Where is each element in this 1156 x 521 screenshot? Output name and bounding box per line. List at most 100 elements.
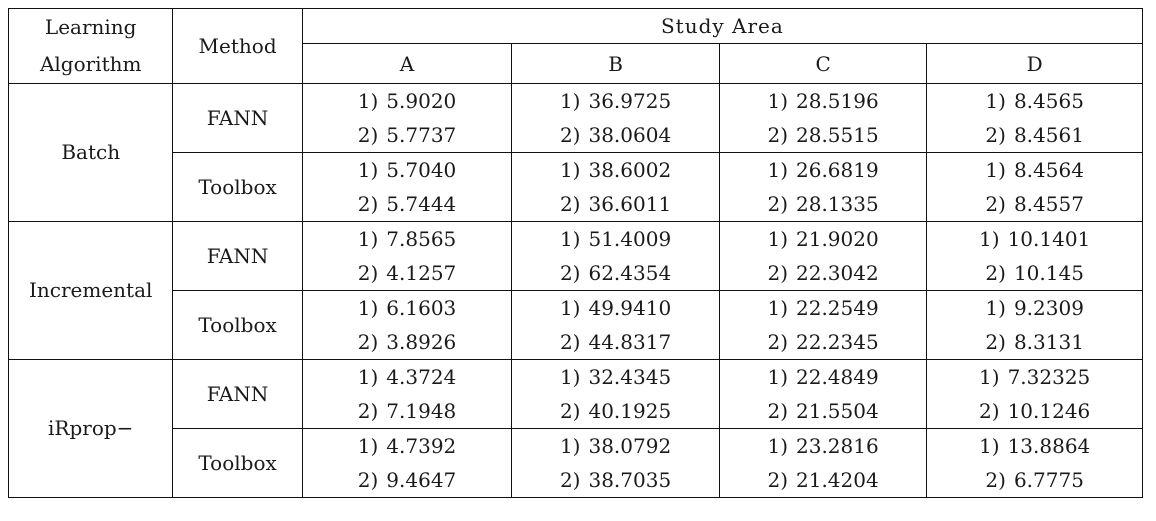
value-number: 38.7035 (588, 468, 672, 492)
value-index: 1) (767, 227, 788, 251)
value-line: 2) 8.3131 (927, 325, 1142, 359)
header-method: Method (172, 8, 303, 84)
value-number: 7.1948 (386, 399, 457, 423)
value-number: 8.3131 (1013, 330, 1084, 354)
value-line: 1) 8.4565 (927, 84, 1142, 118)
value-number: 8.4565 (1013, 89, 1084, 113)
value-index: 2) (357, 399, 379, 423)
value-line: 2) 62.4354 (512, 256, 719, 290)
value-index: 2) (559, 399, 581, 423)
value-index: 2) (559, 330, 581, 354)
value-line: 1) 21.9020 (720, 222, 927, 256)
value-index: 2) (357, 330, 379, 354)
value-number: 8.4561 (1013, 123, 1084, 147)
value-number: 49.9410 (588, 296, 672, 320)
value-line: 1) 5.9020 (303, 84, 512, 118)
value-number: 38.0604 (588, 123, 672, 147)
value-index: 1) (357, 434, 379, 458)
value-line: 2) 8.4561 (927, 118, 1142, 152)
value-cell-area-c: 1) 26.6819 2) 28.1335 (718, 152, 928, 222)
value-index: 1) (985, 296, 1006, 320)
value-cell-area-b: 1) 38.0792 2) 38.7035 (511, 428, 720, 498)
value-number: 5.7737 (386, 123, 457, 147)
results-table: Learning Algorithm Method Study Area A B… (7, 7, 1144, 498)
value-number: 7.8565 (386, 227, 457, 251)
value-line: 1) 32.4345 (512, 360, 719, 394)
value-line: 1) 22.4849 (720, 360, 927, 394)
value-line: 2) 38.7035 (512, 463, 719, 497)
value-index: 1) (979, 434, 1000, 458)
value-number: 10.145 (1013, 261, 1084, 285)
value-index: 2) (985, 123, 1006, 147)
value-index: 2) (767, 261, 788, 285)
value-index: 2) (979, 399, 1000, 423)
value-number: 10.1246 (1007, 399, 1091, 423)
value-cell-area-c: 1) 22.4849 2) 21.5504 (718, 359, 928, 429)
value-index: 2) (767, 330, 788, 354)
table-body: Batch FANN 1) 5.9020 2) 5.7737 1) 36.9725 2) 38.0… (7, 83, 1143, 498)
value-line: 1) 51.4009 (512, 222, 719, 256)
value-cell-area-a: 1) 4.3724 2) 7.1948 (301, 359, 513, 429)
value-number: 28.5196 (796, 89, 879, 113)
value-cell-area-c: 1) 21.9020 2) 22.3042 (718, 221, 928, 291)
header-area-c: C (718, 43, 928, 84)
table-header: Learning Algorithm Method Study Area A B… (7, 7, 1144, 84)
value-number: 28.1335 (796, 192, 879, 216)
value-index: 1) (979, 227, 1000, 251)
value-number: 22.2549 (796, 296, 879, 320)
value-index: 1) (559, 89, 581, 113)
value-line: 1) 23.2816 (720, 429, 927, 463)
table-row: Toolbox 1) 5.7040 2) 5.7444 1) 38.6002 2) 36.601… (9, 152, 1143, 222)
method-cell: Toolbox (172, 428, 303, 498)
value-number: 32.4345 (588, 365, 672, 389)
value-number: 8.4564 (1013, 158, 1084, 182)
value-line: 1) 4.7392 (303, 429, 512, 463)
value-number: 10.1401 (1007, 227, 1091, 251)
value-number: 38.6002 (588, 158, 672, 182)
value-number: 21.9020 (796, 227, 879, 251)
value-number: 9.4647 (386, 468, 457, 492)
value-line: 2) 4.1257 (303, 256, 512, 290)
algorithm-cell: Batch (7, 83, 174, 222)
value-index: 1) (979, 365, 1000, 389)
value-line: 2) 21.5504 (720, 394, 927, 428)
table-row: Toolbox 1) 6.1603 2) 3.8926 1) 49.9410 2) 44.831… (9, 290, 1143, 360)
header-learning-algorithm-line2: Algorithm (39, 52, 142, 76)
value-index: 2) (767, 123, 788, 147)
value-index: 2) (767, 399, 788, 423)
method-cell: FANN (172, 83, 303, 153)
value-index: 1) (357, 227, 379, 251)
value-index: 2) (985, 330, 1006, 354)
value-line: 2) 10.145 (927, 256, 1142, 290)
value-cell-area-c: 1) 23.2816 2) 21.4204 (718, 428, 928, 498)
value-index: 1) (559, 434, 581, 458)
value-index: 2) (985, 192, 1006, 216)
value-line: 1) 49.9410 (512, 291, 719, 325)
value-number: 26.6819 (796, 158, 879, 182)
value-index: 1) (357, 296, 379, 320)
value-number: 22.3042 (796, 261, 879, 285)
value-index: 2) (559, 468, 581, 492)
value-line: 1) 38.6002 (512, 153, 719, 187)
value-cell-area-b: 1) 36.9725 2) 38.0604 (511, 83, 720, 153)
value-line: 2) 9.4647 (303, 463, 512, 497)
value-cell-area-d: 1) 8.4565 2) 8.4561 (926, 83, 1143, 153)
value-number: 28.5515 (796, 123, 879, 147)
value-index: 1) (767, 296, 788, 320)
value-index: 2) (357, 192, 379, 216)
value-number: 36.9725 (588, 89, 672, 113)
value-number: 5.7444 (386, 192, 457, 216)
value-cell-area-b: 1) 32.4345 2) 40.1925 (511, 359, 720, 429)
value-index: 1) (357, 158, 379, 182)
value-cell-area-d: 1) 13.8864 2) 6.7775 (926, 428, 1143, 498)
value-index: 2) (559, 192, 581, 216)
value-index: 2) (357, 261, 379, 285)
value-line: 1) 9.2309 (927, 291, 1142, 325)
value-index: 2) (357, 123, 379, 147)
value-index: 1) (767, 158, 788, 182)
value-index: 1) (985, 89, 1006, 113)
value-index: 1) (767, 89, 788, 113)
value-number: 36.6011 (588, 192, 672, 216)
value-number: 21.4204 (796, 468, 879, 492)
table-row: Toolbox 1) 4.7392 2) 9.4647 1) 38.0792 2) 38.703… (9, 428, 1143, 498)
